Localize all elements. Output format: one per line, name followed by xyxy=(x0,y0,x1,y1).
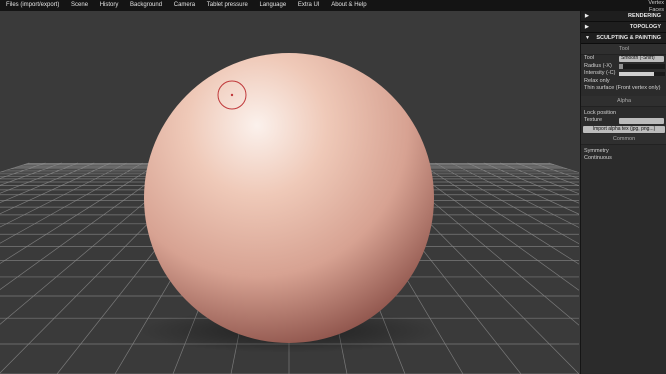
tool-subtitle: Tool xyxy=(581,44,666,55)
lock-position-label: Lock position xyxy=(584,109,617,116)
menu-history[interactable]: History xyxy=(96,0,123,11)
radius-slider-fill xyxy=(619,64,623,69)
viewport-canvas[interactable] xyxy=(0,11,579,374)
radius-slider[interactable] xyxy=(619,64,665,69)
radius-row: Radius (-X) xyxy=(581,63,666,71)
tool-label: Tool xyxy=(584,55,595,61)
radius-label: Radius (-X) xyxy=(584,62,612,69)
menu-tablet-pressure[interactable]: Tablet pressure xyxy=(203,0,252,11)
collapsed-triangle-icon: ▶ xyxy=(585,13,589,19)
intensity-row: Intensity (-C) xyxy=(581,70,666,78)
tool-row: Tool Smooth (-Shift) xyxy=(581,55,666,63)
menu-files[interactable]: Files (import/export) xyxy=(2,0,63,11)
thin-surface-row[interactable]: Thin surface (Front vertex only) xyxy=(581,85,666,93)
section-topology[interactable]: ▶ TOPOLOGY xyxy=(581,22,666,33)
section-rendering-label: RENDERING xyxy=(627,13,661,19)
section-sculpting-label: SCULPTING & PAINTING xyxy=(596,35,661,41)
expanded-triangle-icon: ▼ xyxy=(585,35,590,41)
texture-row: Texture xyxy=(581,117,666,125)
relax-only-row[interactable]: Relax only xyxy=(581,78,666,86)
sculpt-sphere[interactable] xyxy=(144,53,434,343)
section-sculpting-painting[interactable]: ▼ SCULPTING & PAINTING xyxy=(581,33,666,44)
continuous-row[interactable]: Continuous xyxy=(581,155,666,163)
texture-label: Texture xyxy=(584,117,603,123)
section-topology-label: TOPOLOGY xyxy=(629,24,661,30)
common-subtitle: Common xyxy=(581,133,666,145)
menu-bar: Files (import/export) Scene History Back… xyxy=(0,0,666,13)
import-alpha-button[interactable]: Import alpha tex (jpg, png...) xyxy=(583,125,665,133)
vertex-count-label: Vertex xyxy=(648,0,664,6)
menu-about-help[interactable]: About & Help xyxy=(327,0,370,11)
menu-extra-ui[interactable]: Extra UI xyxy=(294,0,324,11)
lock-position-row[interactable]: Lock position xyxy=(581,110,666,118)
symmetry-row[interactable]: Symmetry xyxy=(581,148,666,156)
texture-select[interactable] xyxy=(619,118,664,124)
tool-select[interactable]: Smooth (-Shift) xyxy=(619,55,664,62)
relax-only-label: Relax only xyxy=(584,77,610,84)
3d-viewport[interactable] xyxy=(0,11,579,374)
continuous-label: Continuous xyxy=(584,155,612,161)
intensity-slider-fill xyxy=(619,71,654,76)
collapsed-triangle-icon: ▶ xyxy=(585,24,589,30)
side-panel: ▶ RENDERING ▶ TOPOLOGY ▼ SCULPTING & PAI… xyxy=(580,11,666,374)
menu-language[interactable]: Language xyxy=(255,0,290,11)
alpha-subtitle: Alpha xyxy=(581,95,666,107)
thin-surface-label: Thin surface (Front vertex only) xyxy=(584,85,661,91)
menu-camera[interactable]: Camera xyxy=(170,0,199,11)
intensity-label: Intensity (-C) xyxy=(584,70,616,76)
menu-scene[interactable]: Scene xyxy=(67,0,92,11)
brush-cursor-center xyxy=(230,93,234,97)
intensity-slider[interactable] xyxy=(619,71,665,76)
section-rendering[interactable]: ▶ RENDERING xyxy=(581,11,666,22)
menu-background[interactable]: Background xyxy=(126,0,166,11)
symmetry-label: Symmetry xyxy=(584,147,609,154)
